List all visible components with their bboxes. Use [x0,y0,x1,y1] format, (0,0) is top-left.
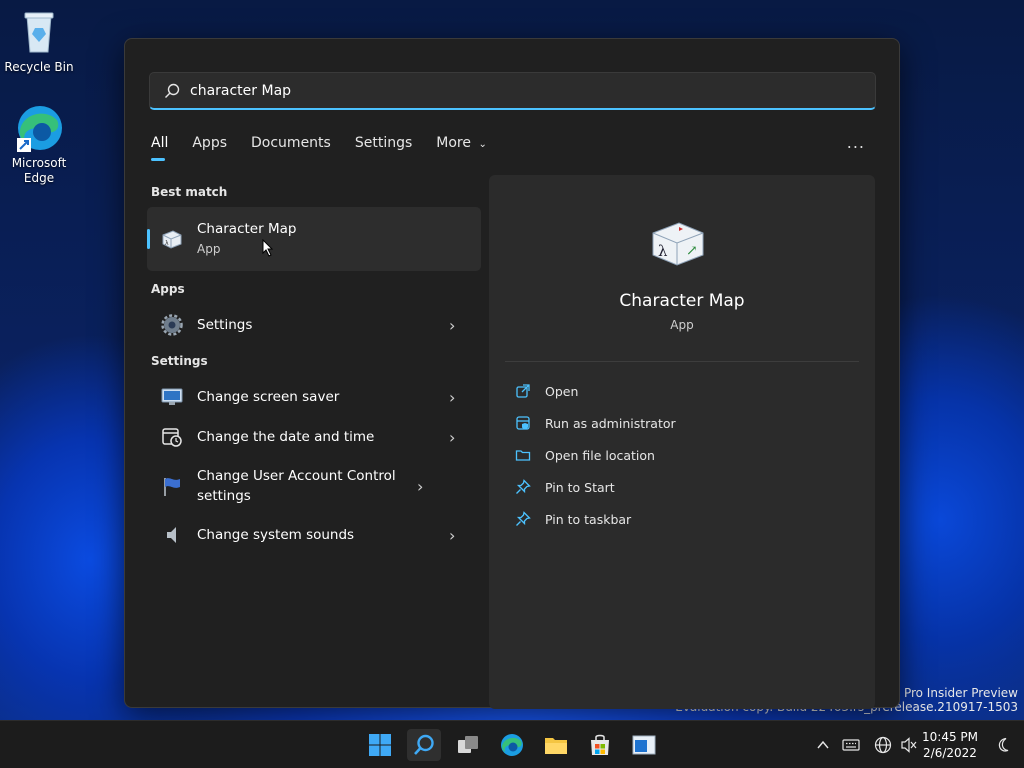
chevron-right-icon: › [449,525,456,545]
folder-icon [515,450,531,461]
desktop-icon-recycle-bin[interactable]: Recycle Bin [1,8,77,75]
keyboard-icon[interactable] [842,738,860,752]
character-map-large-icon: λ ↗ [649,219,707,267]
clock-time: 10:45 PM [922,730,978,744]
preview-type: App [670,318,694,332]
taskbar-search-button[interactable] [407,729,441,761]
volume-muted-icon[interactable] [900,737,918,753]
result-change-screen-saver[interactable]: Change screen saver › [147,377,481,417]
chevron-down-icon: ⌄ [478,139,487,150]
best-match-character-map[interactable]: λ Character Map App [147,207,481,271]
taskbar-file-explorer-button[interactable] [539,729,573,761]
task-view-button[interactable] [451,729,485,761]
character-map-icon: λ [161,228,183,250]
search-flyout: All Apps Documents Settings More ⌄ ... B… [124,38,900,709]
windows-logo-icon [369,734,391,756]
taskbar-edge-button[interactable] [495,729,529,761]
chevron-up-icon[interactable] [816,738,830,752]
taskbar-store-button[interactable] [583,729,617,761]
tab-all[interactable]: All [151,135,168,161]
search-box[interactable] [149,72,876,110]
calendar-clock-icon [161,426,183,448]
tab-documents[interactable]: Documents [251,135,331,161]
preview-title: Character Map [619,291,745,311]
tab-apps[interactable]: Apps [192,135,227,161]
section-label-best-match: Best match [151,185,228,199]
search-icon [165,83,180,98]
monitor-icon [161,386,183,408]
more-options-button[interactable]: ... [847,133,865,152]
filter-tabs: All Apps Documents Settings More ⌄ [151,135,511,161]
section-label-settings: Settings [151,354,208,368]
search-icon [414,734,434,755]
result-title: Change the date and time [197,429,375,445]
network-globe-icon[interactable] [874,736,892,754]
result-change-system-sounds[interactable]: Change system sounds › [147,515,481,555]
recycle-bin-icon [15,8,63,56]
system-tray: 10:45 PM 2/6/2022 [812,721,1024,768]
search-input[interactable] [190,82,790,99]
chevron-right-icon: › [449,387,456,407]
chevron-right-icon: › [449,427,456,447]
taskbar: 10:45 PM 2/6/2022 [0,720,1024,768]
taskbar-clock[interactable]: 10:45 PM 2/6/2022 [922,729,978,761]
action-open-file-location[interactable]: Open file location [515,447,655,463]
folder-icon [545,738,567,754]
result-settings-app[interactable]: Settings › [147,305,481,345]
edge-icon [501,734,523,756]
speaker-icon [161,524,183,546]
result-title: Change system sounds [197,527,355,543]
action-pin-to-start[interactable]: Pin to Start [515,479,615,495]
svg-text:λ: λ [658,242,668,260]
uac-flag-icon [161,475,183,497]
action-run-as-admin[interactable]: Run as administrator [515,415,676,431]
window-app-icon [632,735,656,755]
svg-text:λ: λ [165,240,169,247]
action-pin-to-taskbar[interactable]: Pin to taskbar [515,511,631,527]
task-view-icon [458,736,478,753]
svg-text:↗: ↗ [686,243,698,259]
preview-pane: λ ↗ Character Map App Open Run as admini… [489,175,875,709]
settings-gear-icon [161,314,183,336]
mouse-cursor-icon [262,239,274,257]
result-title: Change screen saver [197,389,340,405]
result-change-date-time[interactable]: Change the date and time › [147,417,481,457]
shield-icon [516,416,530,430]
preview-divider [505,361,859,362]
result-subtitle: App [197,242,221,256]
pin-icon [516,479,531,494]
chevron-right-icon: › [449,315,456,335]
chevron-right-icon: › [417,476,424,496]
moon-notification-icon[interactable] [996,737,1012,753]
edge-icon [15,104,63,152]
pin-icon [516,511,531,526]
taskbar-app-button[interactable] [627,729,661,761]
tab-more[interactable]: More ⌄ [436,135,487,161]
open-external-icon [516,384,530,398]
desktop-icon-edge[interactable]: Microsoft Edge [1,104,77,186]
start-button[interactable] [363,729,397,761]
store-bag-icon [591,734,609,755]
result-title: Settings [197,317,253,333]
result-title: Character Map [197,221,297,237]
action-open[interactable]: Open [515,383,578,399]
desktop-icon-label: Recycle Bin [4,60,74,74]
desktop-icon-label: Microsoft Edge [11,156,67,185]
result-change-uac-settings[interactable]: Change User Account Control settings › [147,459,481,513]
tab-settings[interactable]: Settings [355,135,412,161]
clock-date: 2/6/2022 [923,746,977,760]
section-label-apps: Apps [151,282,185,296]
result-title: Change User Account Control settings [197,468,396,504]
